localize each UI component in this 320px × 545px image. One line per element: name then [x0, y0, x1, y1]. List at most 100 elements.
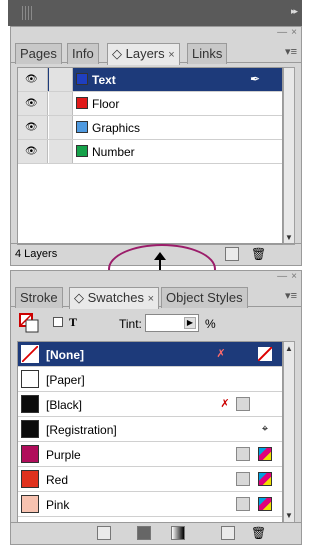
- eye-icon: 👁: [25, 122, 38, 133]
- process-color-icon: [236, 447, 250, 461]
- tab-pages[interactable]: Pages: [15, 43, 62, 64]
- swatch-row[interactable]: Pink: [18, 492, 282, 517]
- panel-minibar: — ×: [277, 271, 297, 285]
- collapse-icon[interactable]: ▸▸: [291, 6, 298, 17]
- swatch-chip: [21, 445, 39, 463]
- visibility-toggle[interactable]: 👁: [18, 140, 48, 163]
- tint-field[interactable]: ▶: [145, 314, 199, 332]
- tab-object-styles[interactable]: Object Styles: [161, 287, 248, 308]
- no-edit-icon: ✗: [216, 348, 226, 360]
- no-edit-icon: ✗: [220, 398, 230, 410]
- show-color-swatches-icon[interactable]: [137, 526, 151, 540]
- swatch-chip: [21, 395, 39, 413]
- layer-count: 4 Layers: [15, 248, 58, 260]
- layer-row[interactable]: 👁 Text ✒: [18, 68, 282, 92]
- swatches-footer: 🗑: [11, 522, 301, 544]
- scroll-down-icon[interactable]: ▼: [285, 233, 293, 242]
- minimize-icon[interactable]: —: [277, 271, 287, 285]
- lock-toggle[interactable]: [49, 116, 73, 139]
- layer-name: Floor: [92, 97, 120, 111]
- tint-unit: %: [205, 317, 216, 331]
- visibility-toggle[interactable]: 👁: [18, 92, 48, 115]
- new-swatch-icon[interactable]: [221, 526, 235, 540]
- layer-row[interactable]: 👁 Floor: [18, 92, 282, 116]
- trash-icon[interactable]: 🗑: [251, 247, 266, 261]
- tab-row: Stroke ◇ Swatches × Object Styles ▾≡: [11, 285, 301, 309]
- cmyk-icon: [258, 497, 272, 511]
- pen-icon: ✒: [249, 72, 260, 86]
- eye-icon: 👁: [25, 146, 38, 157]
- swatch-chip: [21, 495, 39, 513]
- layer-color-chip: [76, 73, 88, 85]
- show-gradient-swatches-icon[interactable]: [171, 526, 185, 540]
- swatch-list: [None] ✗ [Paper] [Black] ✗ [Registration…: [17, 341, 283, 523]
- scroll-up-icon[interactable]: ▲: [285, 344, 293, 353]
- swatch-chip: [21, 370, 39, 388]
- layers-panel: — × Pages Info ◇ Layers × Links ▾≡ 👁 Tex…: [10, 26, 302, 266]
- lock-toggle[interactable]: [49, 68, 73, 91]
- drag-grip[interactable]: [22, 6, 32, 20]
- minimize-icon[interactable]: —: [277, 27, 287, 41]
- layer-row[interactable]: 👁 Graphics: [18, 116, 282, 140]
- swatches-scrollbar[interactable]: ▲ ▼: [283, 341, 295, 523]
- scroll-down-icon[interactable]: ▼: [285, 511, 293, 520]
- palette-title-bar[interactable]: ▸▸: [8, 0, 302, 26]
- tab-swatches[interactable]: ◇ Swatches ×: [69, 287, 160, 309]
- show-all-swatches-icon[interactable]: [97, 526, 111, 540]
- lock-toggle[interactable]: [49, 92, 73, 115]
- tab-stroke[interactable]: Stroke: [15, 287, 63, 308]
- layer-color-chip: [76, 145, 88, 157]
- close-panel-icon[interactable]: ×: [291, 271, 297, 285]
- swatch-row[interactable]: [None] ✗: [18, 342, 282, 367]
- tab-row: Pages Info ◇ Layers × Links ▾≡: [11, 41, 301, 65]
- layer-name: Number: [92, 145, 135, 159]
- none-mode-icon: [258, 347, 272, 361]
- swatches-panel: — × Stroke ◇ Swatches × Object Styles ▾≡…: [10, 270, 302, 545]
- lock-toggle[interactable]: [49, 140, 73, 163]
- panel-minibar: — ×: [277, 27, 297, 41]
- tint-arrow-icon[interactable]: ▶: [184, 317, 196, 329]
- swatch-name: [None]: [46, 348, 84, 362]
- process-color-icon: [236, 397, 250, 411]
- swatches-toolbar: T Tint: ▶ %: [11, 311, 301, 337]
- swatch-chip: [21, 420, 39, 438]
- visibility-toggle[interactable]: 👁: [18, 116, 48, 139]
- layer-color-chip: [76, 121, 88, 133]
- registration-icon: ⌖: [261, 423, 269, 435]
- cmyk-icon: [258, 447, 272, 461]
- tab-layers[interactable]: ◇ Layers ×: [107, 43, 180, 65]
- swatch-name: Purple: [46, 448, 81, 462]
- visibility-toggle[interactable]: 👁: [18, 68, 48, 91]
- layer-list: 👁 Text ✒ 👁 Floor 👁 Graphics 👁 Number: [17, 67, 283, 245]
- new-layer-button[interactable]: [225, 247, 239, 261]
- panel-menu-icon[interactable]: ▾≡: [285, 45, 297, 58]
- tab-close-icon[interactable]: ×: [148, 293, 154, 305]
- swatch-row[interactable]: [Registration] ⌖: [18, 417, 282, 442]
- panel-menu-icon[interactable]: ▾≡: [285, 289, 297, 302]
- cmyk-icon: [258, 472, 272, 486]
- eye-icon: 👁: [25, 98, 38, 109]
- trash-icon[interactable]: 🗑: [251, 526, 266, 540]
- process-color-icon: [236, 472, 250, 486]
- layers-scrollbar[interactable]: ▼: [283, 67, 295, 245]
- layer-row[interactable]: 👁 Number: [18, 140, 282, 164]
- container-mode-icon[interactable]: [53, 317, 63, 327]
- layer-name: Graphics: [92, 121, 141, 135]
- none-swatch-icon: [21, 345, 39, 363]
- eye-icon: 👁: [25, 74, 38, 85]
- tab-info[interactable]: Info: [67, 43, 99, 64]
- close-panel-icon[interactable]: ×: [291, 27, 297, 41]
- tab-links[interactable]: Links: [187, 43, 228, 64]
- swatch-name: [Registration]: [46, 423, 117, 437]
- layer-name: Text: [92, 73, 116, 87]
- text-mode-icon[interactable]: T: [69, 315, 77, 330]
- fill-stroke-icon[interactable]: [19, 313, 39, 333]
- swatch-name: [Black]: [46, 398, 83, 412]
- tab-close-icon[interactable]: ×: [168, 49, 174, 61]
- layer-color-chip: [76, 97, 88, 109]
- swatch-row[interactable]: Red: [18, 467, 282, 492]
- tint-label: Tint:: [119, 317, 142, 331]
- swatch-row[interactable]: [Black] ✗: [18, 392, 282, 417]
- swatch-row[interactable]: Purple: [18, 442, 282, 467]
- swatch-row[interactable]: [Paper]: [18, 367, 282, 392]
